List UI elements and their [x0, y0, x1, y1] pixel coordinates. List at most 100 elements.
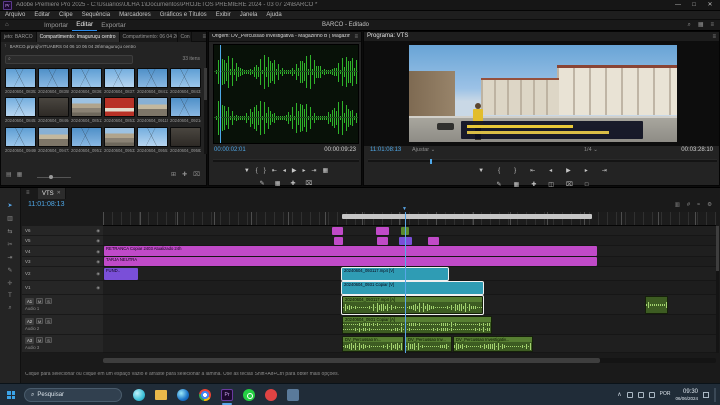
media-thumbnail[interactable]: 20240604_085327.mp4 [104, 97, 135, 124]
mute-button[interactable]: M [36, 318, 43, 324]
fit-dropdown[interactable]: Ajustar ⌄ [412, 147, 435, 153]
timeline-clip-audio-short[interactable] [645, 296, 668, 314]
teams-app-icon[interactable] [132, 388, 146, 402]
timeline-clip-graphic[interactable] [377, 237, 388, 245]
track-header-a1[interactable]: A1 M S Audio 1 [22, 295, 103, 315]
track-visibility-icon[interactable]: ◉ [96, 238, 100, 243]
program-timecode[interactable]: 11:01:08:13 [370, 147, 401, 154]
transport-button[interactable]: ▸ [585, 168, 588, 175]
tab-exportar[interactable]: Exportar [97, 21, 130, 31]
timeline-clip-graphic[interactable] [376, 227, 389, 235]
media-thumbnail[interactable]: 20240604_084512.mp4 [5, 97, 36, 124]
solo-button[interactable]: S [45, 298, 52, 304]
timeline-clip-percussao-1[interactable]: DV_Percussao In... [342, 336, 404, 352]
timeline-option-icon[interactable]: # [687, 202, 690, 208]
project-search[interactable]: ⌕ [5, 55, 133, 64]
solo-button[interactable]: S [45, 318, 52, 324]
sequence-tab-close-icon[interactable]: ✕ [57, 191, 61, 197]
transport-button[interactable]: ⇤ [530, 168, 535, 175]
language-indicator[interactable]: POR [660, 392, 671, 398]
transport-button[interactable]: { [256, 168, 258, 174]
project-action-icon[interactable]: ⌧ [193, 172, 200, 179]
project-action-icon[interactable]: ⊞ [171, 172, 176, 179]
search-input[interactable] [13, 57, 130, 63]
track-visibility-icon[interactable]: ◉ [96, 285, 100, 290]
source-monitor-tab[interactable]: Origem: DV_Percussao Investigativa - Mag… [212, 34, 350, 40]
media-thumbnail[interactable]: 20240604_095823.mp4 [170, 127, 201, 154]
transport-button[interactable]: ▼ [478, 168, 484, 175]
track-header-v3[interactable]: V3◉ [22, 257, 103, 267]
track-header-a2[interactable]: A2 M S Audio 2 [22, 315, 103, 335]
taskbar-search[interactable]: ⌕ Pesquisar [24, 388, 122, 402]
audio-patch[interactable]: A1 [25, 298, 34, 305]
transport-button[interactable]: ▶ [292, 167, 297, 174]
whatsapp-icon[interactable] [242, 388, 256, 402]
transport-button[interactable]: ◂ [549, 168, 552, 175]
transport-button[interactable]: ▼ [244, 168, 250, 174]
track-visibility-icon[interactable]: ◉ [96, 228, 100, 233]
tab-bin-cut[interactable]: Con [178, 32, 192, 42]
media-thumbnail[interactable]: 20240604_085113.mp4 [71, 97, 102, 124]
close-button[interactable]: ✕ [702, 0, 718, 11]
media-thumbnail[interactable]: 20240604_092141.mp4 [170, 97, 201, 124]
media-thumbnail[interactable]: 20240604_083715.mp4 [104, 68, 135, 95]
battery-icon[interactable] [649, 392, 655, 398]
audio-patch[interactable]: A3 [25, 337, 34, 344]
media-thumbnail[interactable]: 20240604_095110.mp4 [71, 127, 102, 154]
media-thumbnail[interactable]: 20240604_091152.mp4 [137, 97, 168, 124]
tool-button[interactable]: T [8, 293, 12, 299]
audio-patch[interactable]: A2 [25, 318, 34, 325]
chrome-browser-icon[interactable] [198, 388, 212, 402]
sequence-tab[interactable]: VTS ✕ [38, 188, 66, 199]
transport-button[interactable]: ◂ [283, 167, 286, 174]
timeline-clip-percussao-2[interactable]: DV_Percussao Inv... [405, 336, 452, 352]
zoom-slider[interactable] [37, 177, 71, 178]
transport-button[interactable]: ▶ [566, 168, 571, 175]
track-visibility-icon[interactable]: ◉ [96, 249, 100, 254]
in-out-range-bar[interactable] [342, 214, 592, 219]
media-thumbnail[interactable]: 20240604_084121.mp4 [137, 68, 168, 95]
timeline-clip-retranca[interactable]: RETRANCA Copiar 2403 Atualizado 24h [104, 246, 597, 256]
mute-button[interactable]: M [36, 298, 43, 304]
program-monitor-tab[interactable]: Programa: VTS [367, 33, 408, 40]
timeline-option-icon[interactable]: ⚙ [707, 202, 712, 208]
timeline-clip-audio-2[interactable]: 20240604_0931 Copiar [A] [342, 316, 492, 334]
zoom-dropdown[interactable]: 1/4 ⌄ [584, 147, 598, 153]
transport-button[interactable]: ▦ [323, 167, 329, 174]
navigate-up-icon[interactable]: ↑ [4, 44, 7, 50]
recorder-app-icon[interactable] [264, 388, 278, 402]
source-scrub-bar[interactable] [213, 159, 359, 162]
timeline-timecode[interactable]: 11:01:08:13 [28, 201, 64, 209]
track-header-v5[interactable]: V5◉ [22, 236, 103, 246]
tab-bin-060426[interactable]: Compartimento: 06 04 26 [120, 32, 178, 42]
transport-button[interactable]: ⇥ [602, 168, 607, 175]
track-header-a3[interactable]: A3 M S Audio 3 [22, 335, 103, 353]
mute-button[interactable]: M [36, 337, 43, 343]
solo-button[interactable]: S [45, 337, 52, 343]
media-thumbnail[interactable]: 20240604_083529.mp4 [5, 68, 36, 95]
view-icon[interactable]: ▦ [17, 172, 23, 179]
media-thumbnail[interactable]: 20240604_094607.mp4 [5, 127, 36, 154]
media-thumbnail[interactable]: 20240604_095514.mp4 [137, 127, 168, 154]
menu-item[interactable]: Exibir [216, 12, 231, 18]
track-visibility-icon[interactable]: ◉ [96, 259, 100, 264]
minimize-button[interactable]: — [670, 0, 686, 11]
program-video-frame[interactable] [409, 45, 677, 142]
timeline-vscrollbar[interactable] [716, 226, 719, 353]
track-visibility-icon[interactable]: ◉ [96, 271, 100, 276]
tab-bin-imagurucu[interactable]: Compartimento: Imaguruçu centro [37, 32, 120, 42]
notification-center-icon[interactable] [703, 392, 709, 398]
timeline-clip-percussao-3[interactable]: DV_Percussao Investigativ... [453, 336, 533, 352]
source-timecode[interactable]: 00:00:02:01 [214, 147, 246, 154]
timeline-clip-graphic[interactable] [428, 237, 439, 245]
timeline-clip-video-2[interactable]: 20240604_0931 Copiar [V] [342, 282, 483, 294]
timeline-option-icon[interactable]: ▥ [675, 202, 680, 208]
menu-item[interactable]: Ajuda [266, 12, 281, 18]
program-scrub-bar[interactable] [368, 159, 717, 162]
menu-item[interactable]: Janela [240, 12, 258, 18]
menu-item[interactable]: Sequência [82, 12, 110, 18]
tool-button[interactable]: ➤ [7, 202, 12, 209]
tool-button[interactable]: ⌕ [8, 305, 11, 312]
transport-button[interactable]: { [498, 168, 500, 175]
generic-app-icon[interactable] [286, 388, 300, 402]
